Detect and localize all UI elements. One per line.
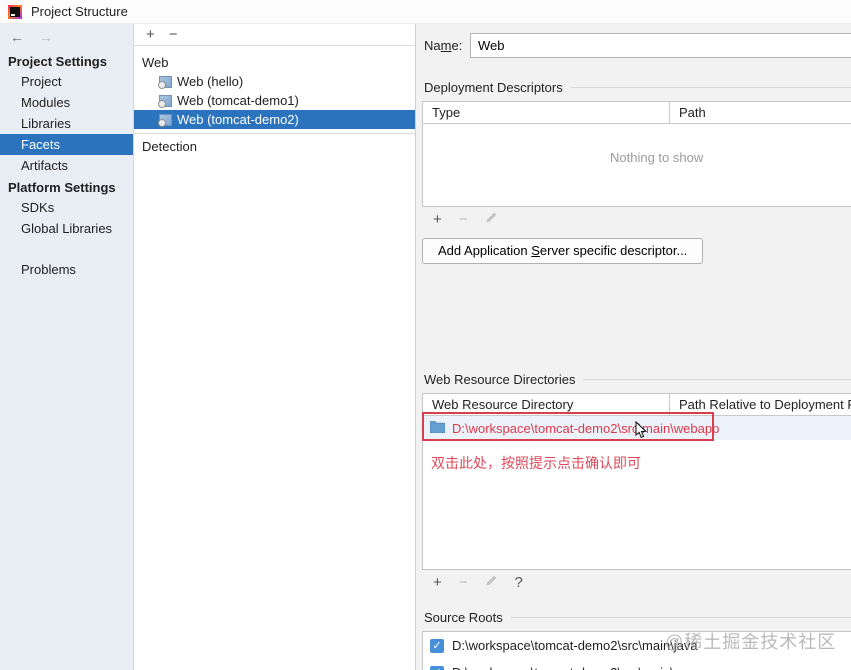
tree-node-web-hello[interactable]: Web (hello) (134, 72, 415, 91)
tree-node-web-tomcat-demo1[interactable]: Web (tomcat-demo1) (134, 91, 415, 110)
empty-table-text: Nothing to show (610, 150, 704, 165)
title-bar: Project Structure (0, 0, 851, 24)
sidebar-item-sdks[interactable]: SDKs (0, 197, 133, 218)
forward-icon[interactable]: → (39, 29, 53, 45)
facets-tree: Web Web (hello) Web (tomcat-demo1) Web (… (134, 46, 415, 156)
source-root-row[interactable]: ✓ D:\workspace\tomcat-demo2\src\main\res… (423, 659, 851, 670)
facet-name-input[interactable] (470, 33, 851, 58)
column-header-web-resource-directory[interactable]: Web Resource Directory (423, 394, 670, 415)
tree-node-detection[interactable]: Detection (134, 137, 415, 156)
web-resources-toolbar: + − ? (422, 570, 851, 594)
table-header-row: Web Resource Directory Path Relative to … (423, 394, 851, 416)
add-web-resource-icon[interactable]: + (433, 574, 442, 591)
window-title: Project Structure (31, 4, 128, 19)
checkbox-checked-icon[interactable]: ✓ (430, 638, 444, 653)
table-header-row: Type Path (423, 102, 851, 124)
facets-toolbar: + − (134, 24, 415, 46)
source-root-path: D:\workspace\tomcat-demo2\src\main\java (452, 638, 698, 653)
add-descriptor-icon[interactable]: + (433, 211, 442, 228)
back-icon[interactable]: ← (10, 29, 24, 45)
section-divider (583, 379, 851, 380)
sidebar-item-problems[interactable]: Problems (0, 259, 133, 280)
sidebar-item-modules[interactable]: Modules (0, 92, 133, 113)
group-project-settings: Project Settings (8, 54, 107, 69)
remove-web-resource-icon[interactable]: − (459, 574, 468, 591)
checkbox-checked-icon[interactable]: ✓ (430, 665, 444, 670)
web-resource-directories-table: Web Resource Directory Path Relative to … (422, 393, 851, 570)
tree-node-web-tomcat-demo2[interactable]: Web (tomcat-demo2) (134, 110, 415, 129)
deployment-descriptors-toolbar: + − (422, 207, 851, 231)
facets-tree-panel: + − Web Web (hello) Web (tomcat-demo1) W… (134, 24, 416, 670)
sidebar-item-facets[interactable]: Facets (0, 134, 133, 155)
sidebar-item-global-libraries[interactable]: Global Libraries (0, 218, 133, 239)
source-roots-header: Source Roots (424, 610, 851, 625)
deployment-descriptors-header: Deployment Descriptors (424, 80, 851, 95)
facet-name-label: Name: (424, 38, 463, 53)
edit-web-resource-icon[interactable] (485, 574, 498, 591)
sidebar-item-project[interactable]: Project (0, 71, 133, 92)
group-platform-settings: Platform Settings (8, 180, 116, 195)
web-resource-directories-body[interactable]: D:\workspace\tomcat-demo2\src\main\webap… (423, 416, 851, 569)
column-header-path-relative[interactable]: Path Relative to Deployment Roo (670, 394, 851, 415)
sidebar-item-libraries[interactable]: Libraries (0, 113, 133, 134)
remove-facet-button[interactable]: − (169, 27, 178, 42)
tree-node-web-root[interactable]: Web (134, 53, 415, 72)
settings-sidebar: ← → Project Settings Project Modules Lib… (0, 24, 134, 670)
tree-node-label: Web (hello) (177, 74, 244, 89)
tree-node-label: Web (tomcat-demo2) (177, 112, 299, 127)
deployment-descriptors-body[interactable]: Nothing to show (423, 124, 851, 206)
web-resource-directories-header: Web Resource Directories (424, 372, 851, 387)
folder-icon (429, 420, 446, 436)
web-facet-icon (158, 113, 172, 127)
web-facet-icon (158, 75, 172, 89)
column-header-type[interactable]: Type (423, 102, 670, 123)
add-facet-button[interactable]: + (146, 27, 155, 42)
section-divider (510, 617, 851, 618)
mouse-cursor-icon (635, 420, 648, 443)
tree-node-label: Web (tomcat-demo1) (177, 93, 299, 108)
deployment-descriptors-table: Type Path Nothing to show (422, 101, 851, 207)
sidebar-item-artifacts[interactable]: Artifacts (0, 155, 133, 176)
history-nav: ← → (0, 24, 133, 50)
web-facet-icon (158, 94, 172, 108)
section-divider (570, 87, 851, 88)
column-header-path[interactable]: Path (670, 102, 851, 123)
remove-descriptor-icon[interactable]: − (459, 211, 468, 228)
project-structure-dialog: Project Structure ← → Project Settings P… (0, 0, 851, 670)
annotation-text: 双击此处，按照提示点击确认即可 (431, 455, 641, 471)
add-app-server-descriptor-button[interactable]: Add Application Server specific descript… (422, 238, 704, 264)
tree-separator (134, 133, 415, 134)
edit-descriptor-icon[interactable] (485, 211, 498, 228)
web-resource-path: D:\workspace\tomcat-demo2\src\main\webap… (452, 420, 720, 436)
site-watermark: @稀土掘金技术社区 (665, 632, 837, 652)
source-root-path: D:\workspace\tomcat-demo2\src\main\resou… (452, 665, 731, 670)
help-icon[interactable]: ? (515, 574, 523, 591)
facet-detail-panel: Name: Deployment Descriptors Type Path N… (416, 24, 851, 670)
intellij-logo-icon (8, 4, 22, 19)
